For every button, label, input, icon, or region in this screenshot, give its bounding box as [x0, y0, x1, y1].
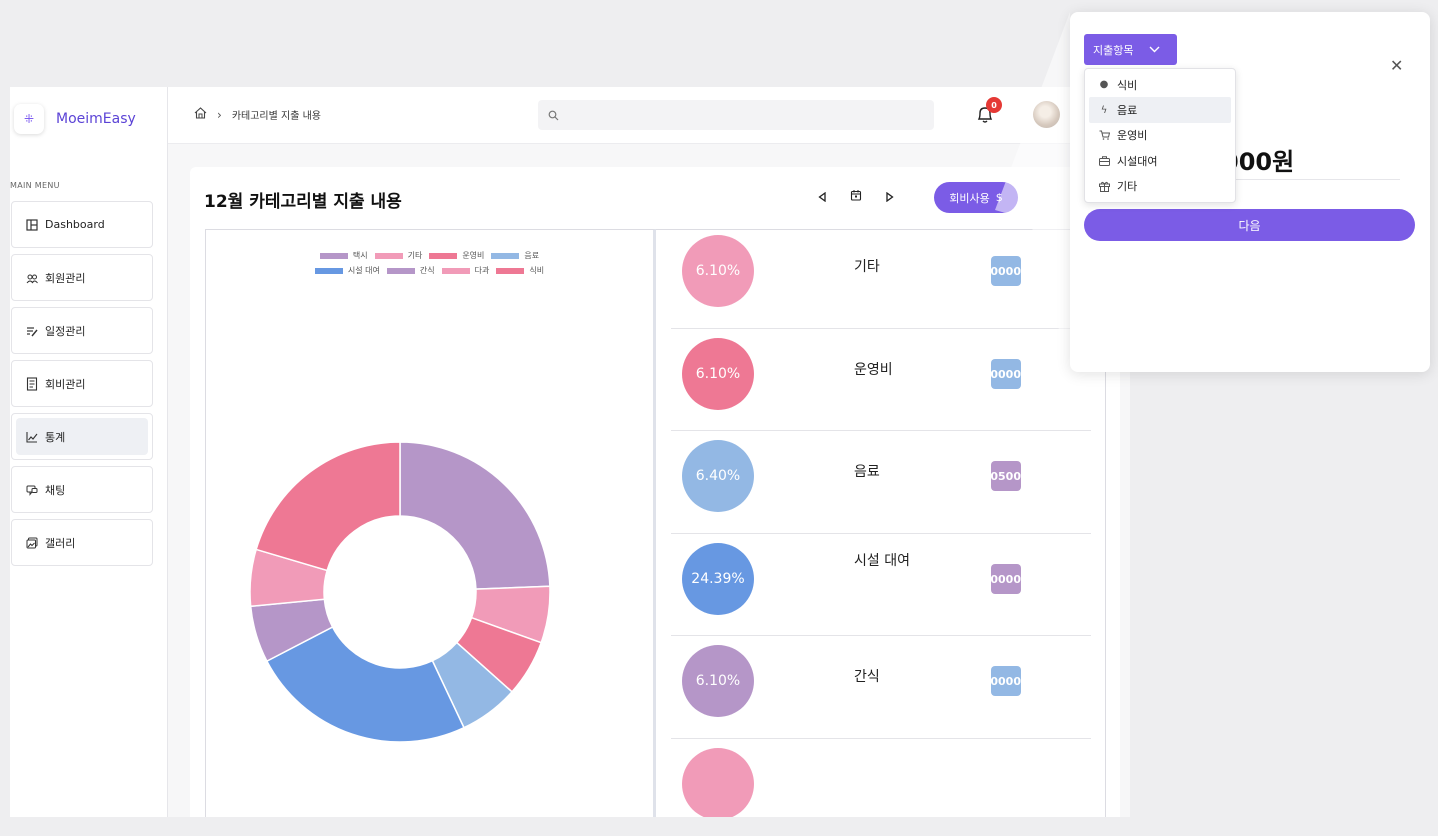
chevron-down-icon	[1149, 43, 1160, 56]
dropdown-item-food[interactable]: ● 식비	[1089, 72, 1231, 97]
dropdown-item-other[interactable]: 기타	[1089, 174, 1231, 199]
dropdown-item-label: 기타	[1117, 180, 1138, 194]
category-dropdown-menu: ● 식비 ϟ 음료 운영비 시설대여 기타	[1084, 68, 1236, 203]
dropdown-item-label: 식비	[1117, 78, 1138, 92]
close-icon[interactable]: ✕	[1390, 56, 1403, 75]
dropdown-item-label: 운영비	[1117, 129, 1148, 143]
dropdown-item-label: 음료	[1117, 104, 1138, 118]
cart-icon	[1098, 130, 1110, 141]
building-icon	[1098, 156, 1110, 166]
lightning-icon: ϟ	[1100, 104, 1108, 116]
dropdown-item-facility[interactable]: 시설대여	[1089, 148, 1231, 173]
dropdown-item-operating[interactable]: 운영비	[1089, 123, 1231, 148]
apple-icon: ●	[1099, 79, 1109, 91]
gift-icon	[1098, 181, 1110, 192]
expense-dialog: 지출항목 ✕ 000원 다음 ● 식비 ϟ 음료 운영비 시설대여 기타	[1070, 12, 1430, 372]
dropdown-item-label: 시설대여	[1117, 154, 1158, 168]
amount-divider	[1222, 179, 1400, 180]
category-dropdown-label: 지출항목	[1093, 43, 1134, 57]
dropdown-item-drinks[interactable]: ϟ 음료	[1089, 97, 1231, 123]
category-dropdown[interactable]: 지출항목	[1084, 34, 1177, 65]
next-button[interactable]: 다음	[1084, 209, 1415, 241]
